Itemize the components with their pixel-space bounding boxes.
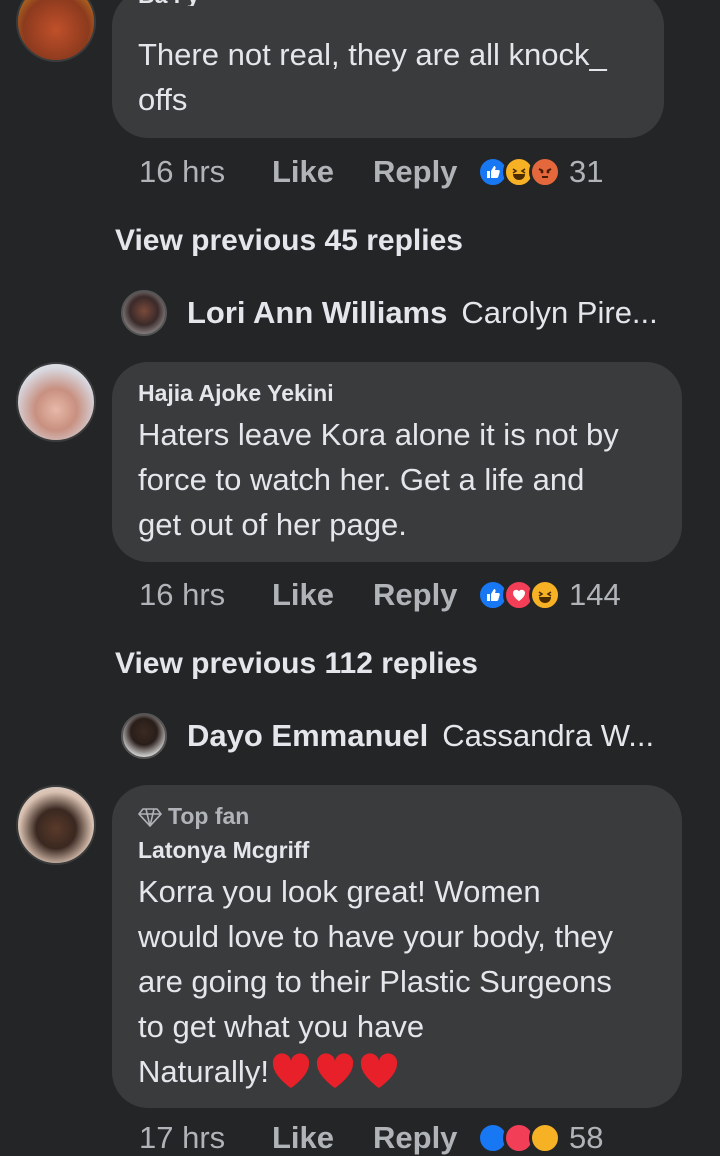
comment-meta: 17 hrs Like Reply 58 xyxy=(139,1120,603,1156)
reply-button[interactable]: Reply xyxy=(373,1120,477,1156)
like-button[interactable]: Like xyxy=(272,1120,373,1156)
timestamp: 16 hrs xyxy=(139,154,226,189)
comment-text: There not real, they are all knock_ offs xyxy=(138,37,607,117)
reactions-summary[interactable] xyxy=(477,579,561,611)
like-button[interactable]: Like xyxy=(272,154,373,190)
comment-text-line: Haters leave Kora alone it is not by xyxy=(138,417,619,452)
comment-meta: 16 hrs Like Reply 31 xyxy=(139,154,603,190)
comment-text-line: to get what you have xyxy=(138,1009,425,1044)
comment-bubble: Ba . y There not real, they are all knoc… xyxy=(112,0,664,138)
reply-snippet: Carolyn Pire... xyxy=(461,295,658,330)
haha-reaction-icon xyxy=(529,1122,561,1154)
angry-reaction-icon xyxy=(529,156,561,188)
reply-button[interactable]: Reply xyxy=(373,577,477,613)
diamond-icon xyxy=(138,807,162,827)
comment-bubble: Top fan Latonya Mcgriff Korra you look g… xyxy=(112,785,682,1108)
reply-avatar xyxy=(121,713,167,759)
comment-meta: 16 hrs Like Reply 144 xyxy=(139,577,621,613)
top-fan-label: Top fan xyxy=(168,803,250,829)
heart-emoji-icon xyxy=(269,1052,399,1092)
comment-text-line: force to watch her. Get a life and xyxy=(138,462,585,497)
commenter-avatar[interactable] xyxy=(16,0,96,62)
reaction-count: 58 xyxy=(569,1120,604,1155)
reply-preview[interactable]: Lori Ann Williams Carolyn Pire... xyxy=(121,290,658,336)
view-previous-replies-link[interactable]: View previous 45 replies xyxy=(115,224,463,258)
haha-reaction-icon xyxy=(529,579,561,611)
commenter-avatar[interactable] xyxy=(16,785,96,865)
comment-text-last: Naturally! xyxy=(138,1054,269,1089)
author-name[interactable]: Hajia Ajoke Yekini xyxy=(138,380,334,407)
reply-author-name: Lori Ann Williams xyxy=(187,295,448,330)
reply-button[interactable]: Reply xyxy=(373,154,477,190)
timestamp: 16 hrs xyxy=(139,577,226,612)
like-button[interactable]: Like xyxy=(272,577,373,613)
author-name-partial: Ba . y xyxy=(138,0,258,6)
author-name[interactable]: Latonya Mcgriff xyxy=(138,837,309,864)
commenter-avatar[interactable] xyxy=(16,362,96,442)
reply-snippet: Cassandra W... xyxy=(442,718,655,753)
comment-bubble: Hajia Ajoke Yekini Haters leave Kora alo… xyxy=(112,362,682,562)
comment-text-line: would love to have your body, they xyxy=(138,919,614,954)
comment-text-line: get out of her page. xyxy=(138,507,407,542)
reply-preview[interactable]: Dayo Emmanuel Cassandra W... xyxy=(121,713,654,759)
reaction-count: 144 xyxy=(569,577,621,612)
reaction-count: 31 xyxy=(569,154,604,189)
reactions-summary[interactable] xyxy=(477,156,561,188)
view-previous-replies-link[interactable]: View previous 112 replies xyxy=(115,647,478,681)
comment-text-line: Korra you look great! Women xyxy=(138,874,541,909)
reply-author-name: Dayo Emmanuel xyxy=(187,718,429,753)
reply-avatar xyxy=(121,290,167,336)
comment-text-line: are going to their Plastic Surgeons xyxy=(138,964,612,999)
reactions-summary[interactable] xyxy=(477,1122,561,1154)
top-fan-badge: Top fan xyxy=(138,803,249,830)
comment-text-line: Naturally! xyxy=(138,1049,399,1094)
timestamp: 17 hrs xyxy=(139,1120,226,1155)
